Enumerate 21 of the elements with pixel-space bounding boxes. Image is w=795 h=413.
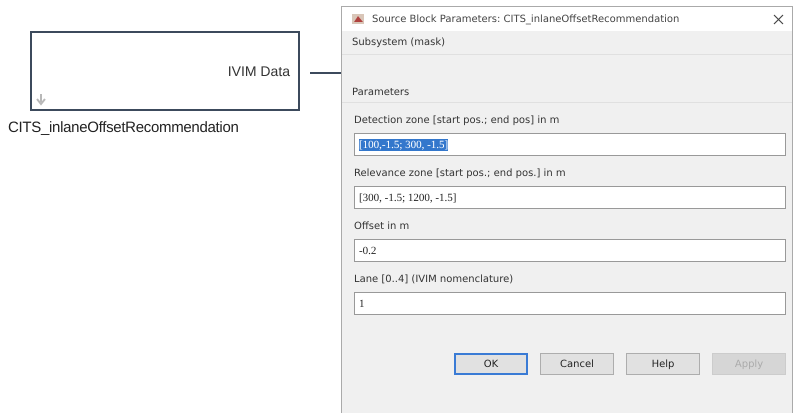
input-field[interactable]: -0.2 [354,239,786,262]
port-label: IVIM Data [228,63,290,79]
field-label: Detection zone [start pos.; end pos] in m [354,114,560,128]
dialog-button[interactable]: Help [626,353,700,375]
input-field[interactable]: [100,-1.5; 300, -1.5] [354,133,786,156]
signal-line [310,72,341,74]
block-name: CITS_inlaneOffsetRecommendation [8,119,240,136]
field-label: Lane [0..4] (IVIM nomenclature) [354,273,514,287]
dialog-button[interactable]: OK [454,353,528,375]
arrow-icon [36,94,46,106]
input-field[interactable]: 1 [354,292,786,315]
dialog-button[interactable]: Cancel [540,353,614,375]
mask-description: Subsystem (mask) [342,31,792,55]
section-heading: Parameters [342,83,792,103]
field-label: Offset in m [354,220,410,234]
input-field[interactable]: [300, -1.5; 1200, -1.5] [354,186,786,209]
window-title: Source Block Parameters: CITS_inlaneOffsetRecommendation [372,14,680,24]
field-label: Relevance zone [start pos.; end pos.] in m [354,167,567,181]
subsystem-block[interactable]: IVIM Data [30,31,300,111]
app-icon [352,13,366,25]
close-icon[interactable] [773,14,784,24]
